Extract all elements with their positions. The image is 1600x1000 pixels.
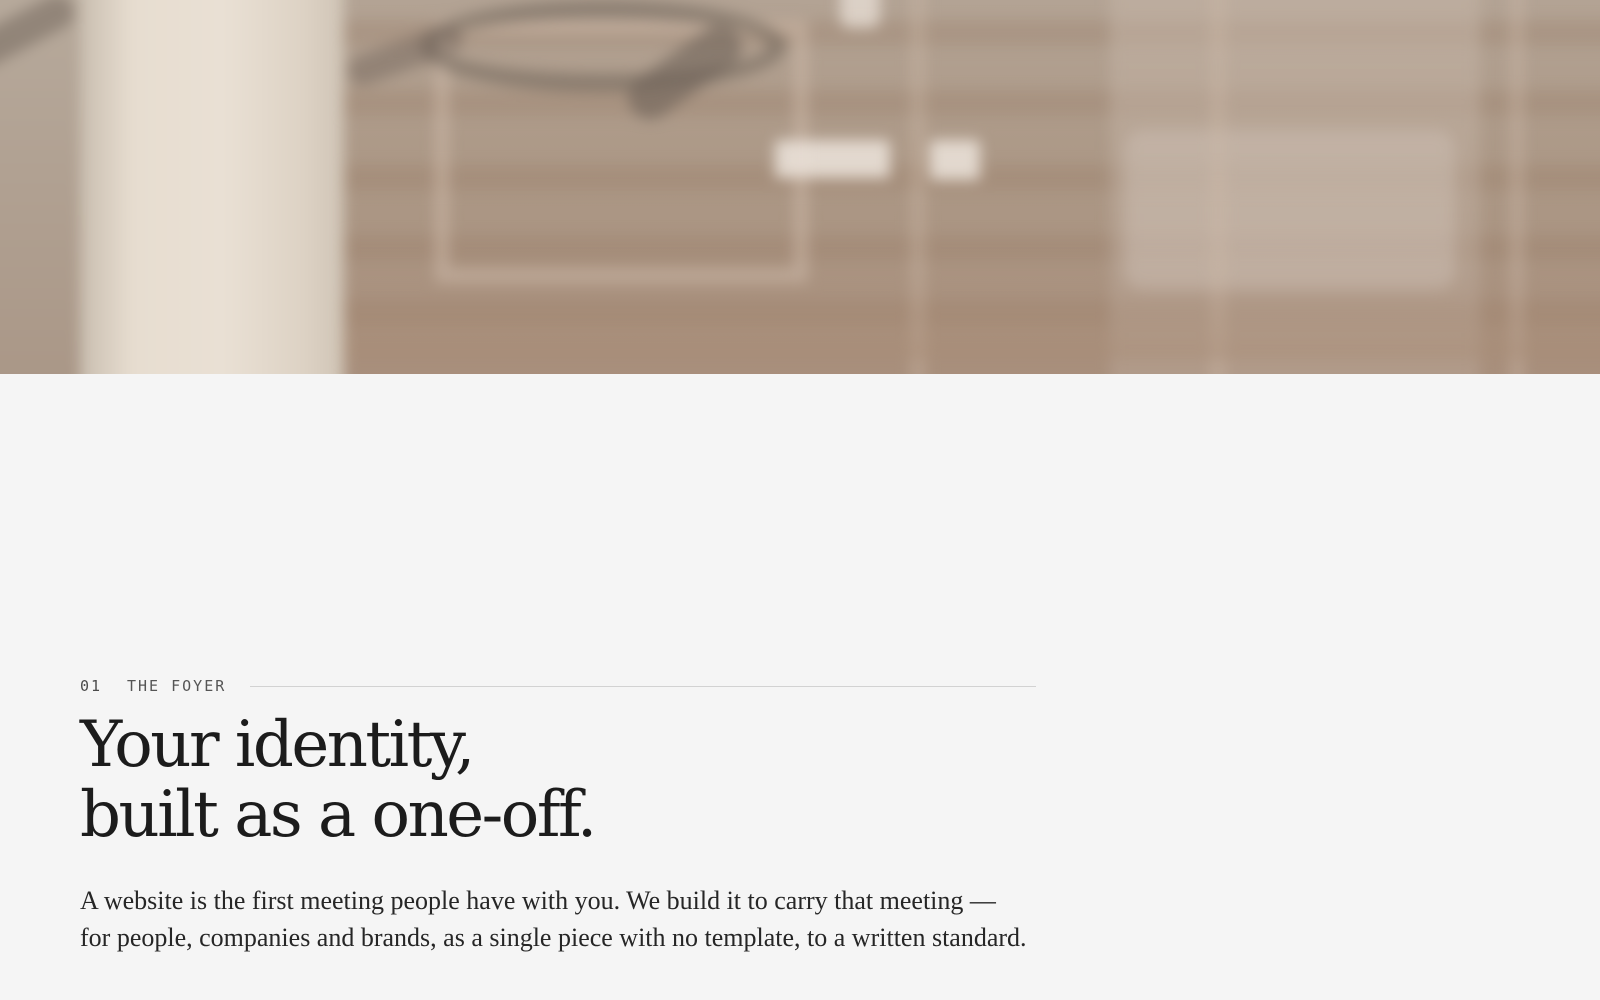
headline-line-2: built as a one-off.	[80, 778, 597, 852]
section-eyebrow: 01 THE FOYER	[80, 674, 1040, 698]
page: 01 THE FOYER Your identity, built as a o…	[0, 0, 1600, 1000]
hero-wall-plate	[775, 140, 890, 178]
hero-image	[0, 0, 1600, 374]
hero-floor	[340, 270, 1600, 360]
headline-line-1: Your identity,	[80, 708, 475, 782]
hero-photo-interior	[0, 0, 1600, 374]
foyer-section: 01 THE FOYER Your identity, built as a o…	[80, 674, 1040, 956]
section-divider	[250, 685, 1037, 687]
page-title: Your identity, built as a one-off.	[80, 710, 1040, 850]
hero-wall-plate	[930, 140, 980, 180]
hero-wall-fixture	[840, 0, 880, 28]
section-label: THE FOYER	[127, 677, 227, 695]
hero-chair-shadow	[1125, 130, 1455, 290]
hero-pillar	[80, 0, 344, 374]
section-number: 01	[80, 677, 103, 695]
intro-paragraph: A website is the first meeting people ha…	[80, 886, 1027, 952]
hero-wall-left	[0, 0, 90, 374]
